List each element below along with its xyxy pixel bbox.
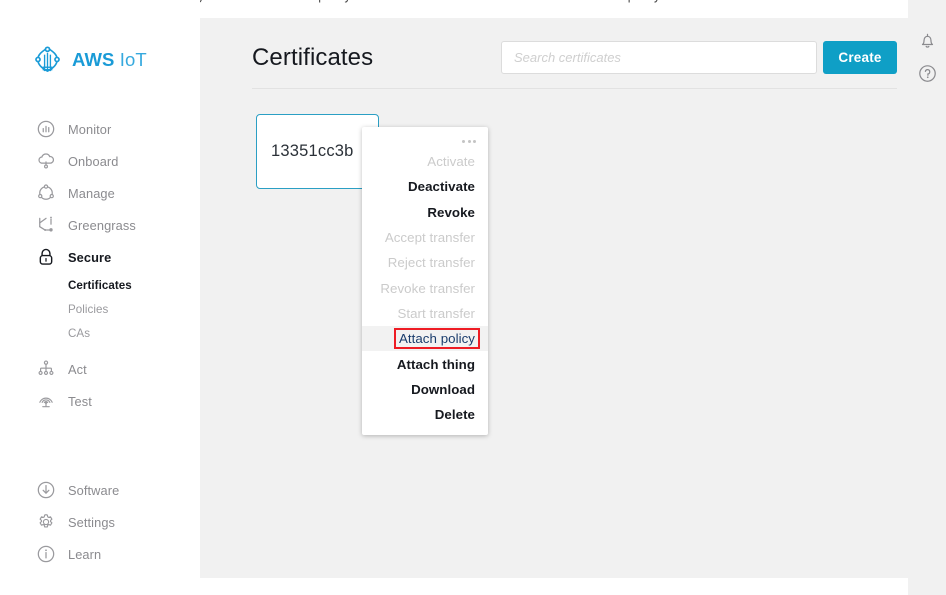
monitor-icon [37,120,55,138]
sidebar-item-software[interactable]: Software [0,474,200,506]
act-icon [38,360,54,376]
sidebar-item-certificates[interactable]: Certificates [0,273,200,297]
sidebar-nav: Monitor Onboard Manage Greengrass Secure… [0,113,200,417]
menu-item-label: Attach thing [396,356,475,372]
page-title: Certificates [252,44,374,71]
menu-item-label-text: Attach policy [398,331,475,347]
sidebar-item-greengrass[interactable]: Greengrass [0,209,200,241]
sidebar-item-label: Software [68,482,120,498]
test-icon [39,397,53,408]
sidebar-item-settings[interactable]: Settings [0,506,200,538]
certificate-card-name: 13351cc3b [271,142,354,160]
sidebar-item-policies[interactable]: Policies [0,297,200,321]
menu-item-label: Accept transfer [384,230,475,246]
ellipsis-dot [467,139,471,143]
brand-name-bold: AWS [72,48,115,70]
menu-item-accept-transfer: Accept transfer [362,225,488,250]
menu-item-label: Attach policy [393,328,480,350]
sidebar-item-monitor[interactable]: Monitor [0,113,200,145]
manage-icon [38,184,54,200]
help-question-icon[interactable] [917,63,938,84]
ellipsis-icon[interactable] [362,133,488,149]
sidebar-subitem-label: CAs [68,326,91,340]
lock-icon [39,248,53,265]
menu-item-attach-thing[interactable]: Attach thing [362,351,488,376]
sidebar-item-label: Secure [68,249,112,265]
download-circle-icon [37,481,55,499]
menu-item-label: Revoke transfer [380,280,475,296]
brand-logo-area[interactable]: AWS IoT [32,44,147,75]
menu-item-activate: Activate [362,149,488,174]
create-button[interactable]: Create [823,41,897,74]
onboard-icon [38,153,55,169]
info-circle-icon [37,545,55,563]
menu-item-delete[interactable]: Delete [362,402,488,427]
certificate-card[interactable]: 13351cc3b [256,114,379,189]
menu-item-attach-policy[interactable]: Attach policy [362,326,488,352]
sidebar-item-manage[interactable]: Manage [0,177,200,209]
menu-item-deactivate[interactable]: Deactivate [362,174,488,199]
menu-item-label: Deactivate [407,179,475,195]
search-input[interactable] [502,42,816,73]
sidebar-item-label: Test [68,393,92,409]
ellipsis-dot [462,139,465,143]
sidebar-subitem-label: Certificates [68,278,132,292]
menu-item-reject-transfer: Reject transfer [362,250,488,275]
sidebar-item-label: Greengrass [68,217,136,233]
sidebar-nav-bottom: Software Settings Learn [0,474,200,570]
aws-iot-logo-icon [35,46,60,73]
menu-item-label: Delete [434,407,475,423]
menu-item-label: Reject transfer [387,255,475,271]
search-certificates-box[interactable] [501,41,817,74]
brand-name-light: IoT [119,48,147,70]
ellipsis-dot [473,139,476,143]
certificate-actions-menu: Activate Deactivate Revoke Accept transf… [362,127,488,436]
brand-text: AWS IoT [72,49,147,71]
menu-item-label: Revoke [427,204,475,220]
menu-item-label: Activate [427,154,475,170]
menu-item-revoke[interactable]: Revoke [362,200,488,225]
right-rail [908,0,946,595]
gear-icon [39,514,53,528]
sidebar-item-learn[interactable]: Learn [0,538,200,570]
main-content: Certificates Create 13351cc3b Activate D… [200,18,908,578]
sidebar-item-cas[interactable]: CAs [0,321,200,345]
sidebar-item-act[interactable]: Act [0,353,200,385]
menu-item-start-transfer: Start transfer [362,301,488,326]
greengrass-icon [39,216,53,232]
menu-item-label: Download [411,381,475,397]
sidebar-item-label: Monitor [68,121,112,137]
sidebar: AWS IoT Monitor Onboard Manage Greengras… [0,0,200,595]
sidebar-subitem-label: Policies [68,302,109,316]
sidebar-item-label: Learn [68,546,102,562]
sidebar-item-label: Settings [68,514,116,530]
notifications-bell-icon[interactable] [917,30,938,51]
aws-iot-console: ore than one certificate to a policy and… [0,0,946,595]
sidebar-item-onboard[interactable]: Onboard [0,145,200,177]
menu-item-revoke-transfer: Revoke transfer [362,275,488,300]
menu-item-download[interactable]: Download [362,377,488,402]
sidebar-item-label: Act [68,361,87,377]
sidebar-item-label: Onboard [68,153,119,169]
sidebar-item-label: Manage [68,185,115,201]
sidebar-item-secure[interactable]: Secure [0,241,200,273]
header-divider [252,88,897,89]
sidebar-item-test[interactable]: Test [0,385,200,417]
menu-item-label: Start transfer [397,305,475,321]
